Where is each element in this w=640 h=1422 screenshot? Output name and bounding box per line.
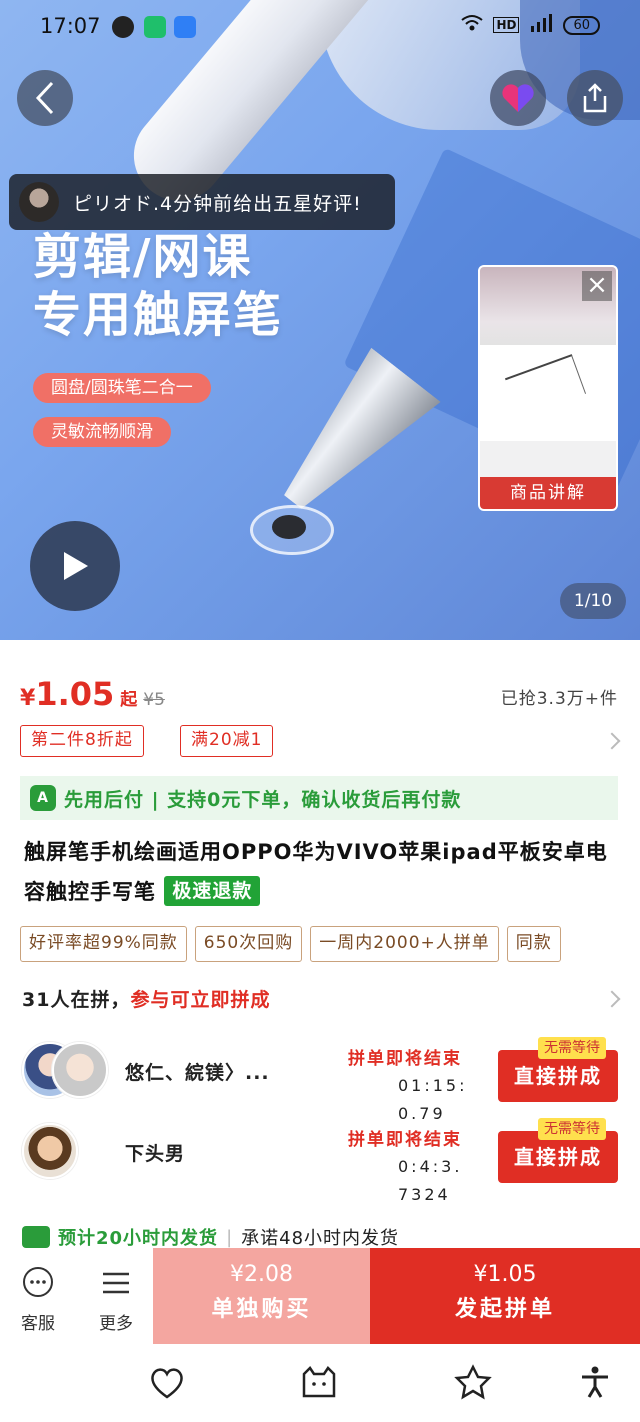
status-time: 17:07 [40, 14, 101, 38]
shipping-promise: 承诺48小时内发货 [241, 1228, 400, 1249]
service-label: 客服 [21, 1314, 55, 1334]
hero-headline-line2: 专用触屏笔 [33, 287, 284, 343]
customer-service-button[interactable]: 客服 [8, 1266, 68, 1334]
heart-icon [502, 84, 534, 112]
shipping-info[interactable]: 预计20小时内发货 | 承诺48小时内发货 [22, 1224, 399, 1250]
product-tag[interactable]: 650次回购 [194, 926, 303, 962]
heart-nav-icon[interactable] [148, 1364, 186, 1400]
close-icon[interactable]: × [582, 271, 612, 301]
start-group-button[interactable]: ¥1.05 发起拼单 [370, 1248, 640, 1344]
system-navigation-bar [0, 1344, 640, 1422]
chevron-right-icon[interactable] [603, 990, 621, 1008]
hd-indicator: HD [493, 17, 520, 33]
group-count: 31人在拼， [22, 989, 131, 1011]
shipping-estimate: 预计20小时内发货 [58, 1228, 219, 1249]
bnpl-text: 先用后付 | 支持0元下单，确认收货后再付款 [64, 788, 462, 811]
battery-indicator: 60 [563, 15, 600, 35]
sold-count: 已抢3.3万+件 [500, 689, 618, 709]
avatar [52, 1042, 108, 1098]
status-right: HD 60 [461, 14, 600, 36]
play-icon [64, 552, 88, 580]
back-button[interactable] [17, 70, 73, 126]
group-member-name: 下头男 [125, 1143, 186, 1165]
signal-icon [529, 14, 553, 36]
no-wait-badge: 无需等待 [538, 1118, 606, 1140]
solo-label: 单独购买 [211, 1297, 312, 1322]
chevron-left-icon [35, 81, 54, 115]
fast-refund-badge: 极速退款 [164, 876, 261, 906]
group-status: 拼单即将结束 [348, 1130, 462, 1150]
wifi-icon [461, 14, 484, 36]
product-tags: 好评率超99%同款 650次回购 一周内2000+人拼单 同款 [20, 926, 561, 962]
product-title: 触屏笔手机绘画适用OPPO华为VIVO苹果ipad平板安卓电容触控手写笔 极速退… [24, 832, 624, 912]
product-title-text: 触屏笔手机绘画适用OPPO华为VIVO苹果ipad平板安卓电容触控手写笔 [24, 840, 608, 904]
solo-price: ¥2.08 [230, 1262, 293, 1287]
share-button[interactable] [567, 70, 623, 126]
truck-icon [22, 1226, 50, 1248]
group-highlight: 参与可立即拼成 [130, 989, 271, 1011]
stylus-ball-graphic [272, 515, 306, 539]
promo-badge[interactable]: 第二件8折起 [20, 725, 144, 757]
video-label: 商品讲解 [480, 477, 616, 509]
bottom-action-bar: 客服 更多 ¥2.08 单独购买 ¥1.05 发起拼单 [0, 1248, 640, 1344]
chevron-right-icon[interactable] [603, 732, 621, 750]
toast-message: ピリオド.4分钟前给出五星好评! [73, 192, 362, 215]
share-icon [583, 83, 607, 113]
price-value: 1.05 [35, 675, 115, 713]
price-from-label: 起 [120, 690, 138, 710]
buy-now-pay-later-banner[interactable]: A 先用后付 | 支持0元下单，确认收货后再付款 [20, 776, 618, 820]
group-buy-header[interactable]: 31人在拼，参与可立即拼成 [22, 985, 270, 1012]
play-button[interactable] [30, 521, 120, 611]
group-price: ¥1.05 [473, 1262, 537, 1287]
favorite-button[interactable] [490, 70, 546, 126]
product-tag[interactable]: 一周内2000+人拼单 [310, 926, 499, 962]
group-row: 悠仁、綄镁〉... 拼单即将结束 01:15:0.79 直接拼成 无需等待 [0, 1037, 640, 1123]
promo-badge[interactable]: 满20减1 [180, 725, 274, 757]
group-timer: 01:15:0.79 [398, 1076, 468, 1123]
accessibility-icon[interactable] [576, 1364, 614, 1400]
no-wait-badge: 无需等待 [538, 1037, 606, 1059]
robot-icon [112, 16, 134, 38]
group-timer: 0:4:3.7324 [398, 1157, 463, 1204]
group-row: 下头男 拼单即将结束 0:4:3.7324 直接拼成 无需等待 [0, 1118, 640, 1204]
menu-icon [103, 1272, 129, 1294]
review-toast: ピリオド.4分钟前给出五星好评! [9, 174, 395, 230]
star-nav-icon[interactable] [454, 1364, 492, 1400]
video-app-icon [144, 16, 166, 38]
hero-headline-line1: 剪辑/网课 [33, 229, 253, 285]
image-page-indicator: 1/10 [560, 583, 626, 619]
cat-nav-icon[interactable] [300, 1364, 338, 1400]
avatar [22, 1123, 78, 1179]
original-price: ¥5 [143, 690, 165, 710]
browser-app-icon [174, 16, 196, 38]
hero-feature-tag: 灵敏流畅顺滑 [33, 417, 171, 447]
price-row: ¥ 1.05 起 ¥5 [20, 675, 165, 713]
status-bar: 17:07 HD 60 [0, 0, 640, 56]
product-tag[interactable]: 同款 [506, 926, 561, 962]
group-label: 发起拼单 [454, 1297, 555, 1322]
price-symbol: ¥ [20, 686, 36, 711]
product-video-thumbnail[interactable]: × 商品讲解 [478, 265, 618, 511]
video-thumb-image [480, 345, 616, 441]
chat-icon [23, 1267, 53, 1297]
more-button[interactable]: 更多 [86, 1266, 146, 1334]
shield-icon: A [30, 785, 56, 811]
product-tag[interactable]: 好评率超99%同款 [20, 926, 187, 962]
hero-feature-tag: 圆盘/圆珠笔二合一 [33, 373, 211, 403]
divider: | [226, 1226, 234, 1248]
more-label: 更多 [99, 1314, 133, 1334]
hero-headline: 剪辑/网课 专用触屏笔 [33, 228, 283, 344]
group-status: 拼单即将结束 [348, 1049, 462, 1069]
buy-alone-button[interactable]: ¥2.08 单独购买 [153, 1248, 370, 1344]
group-member-name: 悠仁、綄镁〉... [125, 1062, 270, 1084]
avatar [19, 182, 59, 222]
